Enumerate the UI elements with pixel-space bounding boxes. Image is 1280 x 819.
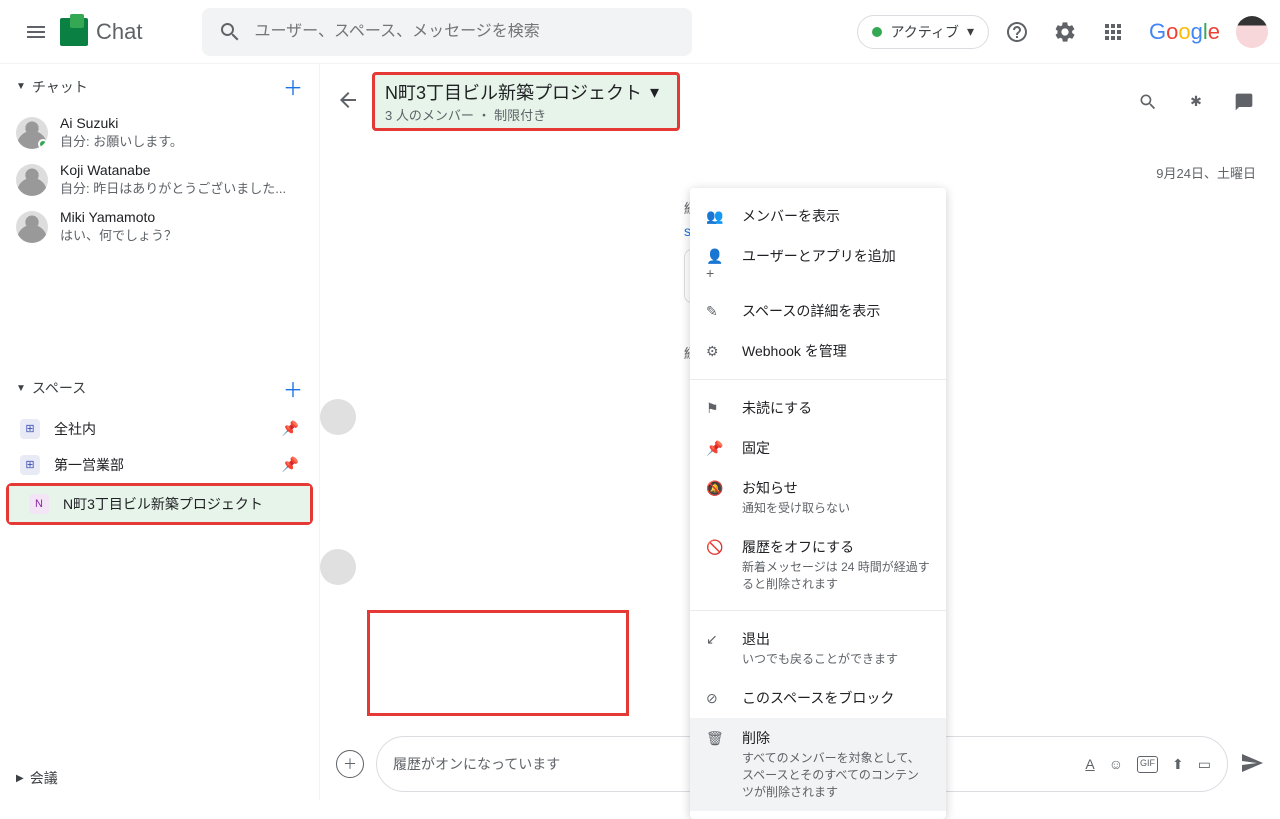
dropdown-delete[interactable]: 🗑 削除すべてのメンバーを対象として、スペースとそのすべてのコンテンツが削除され… bbox=[690, 718, 946, 810]
flag-icon: ⚑ bbox=[706, 400, 726, 417]
user-avatar[interactable] bbox=[1236, 16, 1268, 48]
search-box[interactable] bbox=[202, 8, 692, 56]
chevron-down-icon: ▾ bbox=[967, 23, 974, 40]
chats-section-header[interactable]: ▼ チャット ＋ bbox=[0, 64, 319, 109]
app-title: Chat bbox=[96, 19, 142, 45]
add-attachment-button[interactable]: ＋ bbox=[336, 750, 364, 778]
people-icon: 👥 bbox=[706, 208, 726, 225]
search-icon bbox=[218, 20, 242, 44]
pin-icon: 📌 bbox=[282, 456, 299, 473]
emoji-icon[interactable]: ☺ bbox=[1109, 756, 1123, 773]
sidebar: ▼ チャット ＋ Ai Suzuki自分: お願いします。 Koji Watan… bbox=[0, 64, 320, 800]
help-icon[interactable] bbox=[997, 12, 1037, 52]
dropdown-webhooks[interactable]: ⚙ Webhook を管理 bbox=[690, 331, 946, 371]
logo-area: Chat bbox=[60, 18, 142, 46]
exit-icon: ↙ bbox=[706, 631, 726, 648]
status-dot-icon bbox=[872, 27, 882, 37]
format-icon[interactable]: A bbox=[1085, 756, 1094, 773]
trash-icon: 🗑 bbox=[706, 730, 726, 747]
person-add-icon: 👤+ bbox=[706, 248, 726, 281]
chevron-down-icon: ▾ bbox=[650, 82, 659, 103]
chat-item[interactable]: Miki Yamamotoはい、何でしょう？ bbox=[0, 203, 319, 250]
chat-item[interactable]: Koji Watanabe自分: 昨日はありがとうございました... bbox=[0, 156, 319, 203]
search-in-space-icon[interactable] bbox=[1128, 82, 1168, 122]
collapse-icon[interactable]: ✱ bbox=[1176, 82, 1216, 122]
dropdown-notifications[interactable]: 🔕 お知らせ通知を受け取らない bbox=[690, 468, 946, 527]
apps-icon[interactable] bbox=[1093, 12, 1133, 52]
space-header: N町3丁目ビル新築プロジェクト ▾ 3 人のメンバー ・ 制限付き ✱ bbox=[320, 64, 1280, 139]
space-header-actions: ✱ bbox=[1128, 82, 1264, 122]
collapse-icon: ▼ bbox=[16, 81, 26, 92]
dropdown-block[interactable]: ⊘ このスペースをブロック bbox=[690, 678, 946, 718]
dropdown-pin[interactable]: 📌 固定 bbox=[690, 428, 946, 468]
back-icon[interactable] bbox=[336, 88, 360, 115]
chat-logo-icon bbox=[60, 18, 88, 46]
space-item-selected[interactable]: N N町3丁目ビル新築プロジェクト bbox=[9, 486, 310, 522]
gif-icon[interactable]: GIF bbox=[1137, 756, 1158, 773]
space-item[interactable]: ⊞ 第一営業部 📌 bbox=[0, 447, 319, 483]
send-button[interactable] bbox=[1240, 751, 1264, 778]
settings-icon[interactable] bbox=[1045, 12, 1085, 52]
date-divider: 9月24日、土曜日 bbox=[344, 155, 1256, 190]
chat-item[interactable]: Ai Suzuki自分: お願いします。 bbox=[0, 109, 319, 156]
pin-icon: 📌 bbox=[706, 440, 726, 457]
menu-icon[interactable] bbox=[12, 8, 60, 56]
space-title-dropdown[interactable]: N町3丁目ビル新築プロジェクト ▾ 3 人のメンバー ・ 制限付き bbox=[372, 72, 680, 131]
header-right: アクティブ ▾ Google bbox=[857, 12, 1268, 52]
spaces-section-header[interactable]: ▼ スペース ＋ bbox=[0, 366, 319, 411]
status-label: アクティブ bbox=[890, 22, 958, 42]
space-item[interactable]: ⊞ 全社内 📌 bbox=[0, 411, 319, 447]
collapse-icon: ▼ bbox=[16, 383, 26, 394]
main-area: N町3丁目ビル新築プロジェクト ▾ 3 人のメンバー ・ 制限付き ✱ 9月24… bbox=[320, 64, 1280, 800]
dropdown-leave[interactable]: ↙ 退出いつでも戻ることができます bbox=[690, 619, 946, 678]
google-logo: Google bbox=[1149, 19, 1220, 45]
dropdown-mark-unread[interactable]: ⚑ 未読にする bbox=[690, 388, 946, 428]
block-icon: ⊘ bbox=[706, 690, 726, 707]
add-space-button[interactable]: ＋ bbox=[283, 374, 303, 403]
dropdown-history-off[interactable]: 🚫 履歴をオフにする新着メッセージは 24 時間が経過すると削除されます bbox=[690, 527, 946, 603]
pin-icon: 📌 bbox=[282, 420, 299, 437]
space-dropdown-menu: 👥 メンバーを表示 👤+ ユーザーとアプリを追加 ✎ スペースの詳細を表示 ⚙ … bbox=[690, 188, 946, 819]
dropdown-space-details[interactable]: ✎ スペースの詳細を表示 bbox=[690, 291, 946, 331]
message-avatar bbox=[320, 549, 356, 585]
add-chat-button[interactable]: ＋ bbox=[283, 72, 303, 101]
app-header: Chat アクティブ ▾ Google bbox=[0, 0, 1280, 64]
search-input[interactable] bbox=[254, 23, 676, 41]
video-icon[interactable]: ▭ bbox=[1198, 756, 1211, 773]
gear-icon: ⚙ bbox=[706, 343, 726, 360]
bell-off-icon: 🔕 bbox=[706, 480, 726, 497]
upload-icon[interactable]: ⬆ bbox=[1172, 756, 1184, 773]
history-off-icon: 🚫 bbox=[706, 539, 726, 556]
status-pill[interactable]: アクティブ ▾ bbox=[857, 15, 989, 49]
message-avatar bbox=[320, 399, 356, 435]
edit-icon: ✎ bbox=[706, 303, 726, 320]
side-panel-icon[interactable] bbox=[1224, 82, 1264, 122]
dropdown-add-users[interactable]: 👤+ ユーザーとアプリを追加 bbox=[690, 236, 946, 291]
expand-icon: ▶ bbox=[16, 773, 24, 784]
dropdown-view-members[interactable]: 👥 メンバーを表示 bbox=[690, 196, 946, 236]
meetings-section-header[interactable]: ▶ 会議 bbox=[0, 756, 319, 800]
